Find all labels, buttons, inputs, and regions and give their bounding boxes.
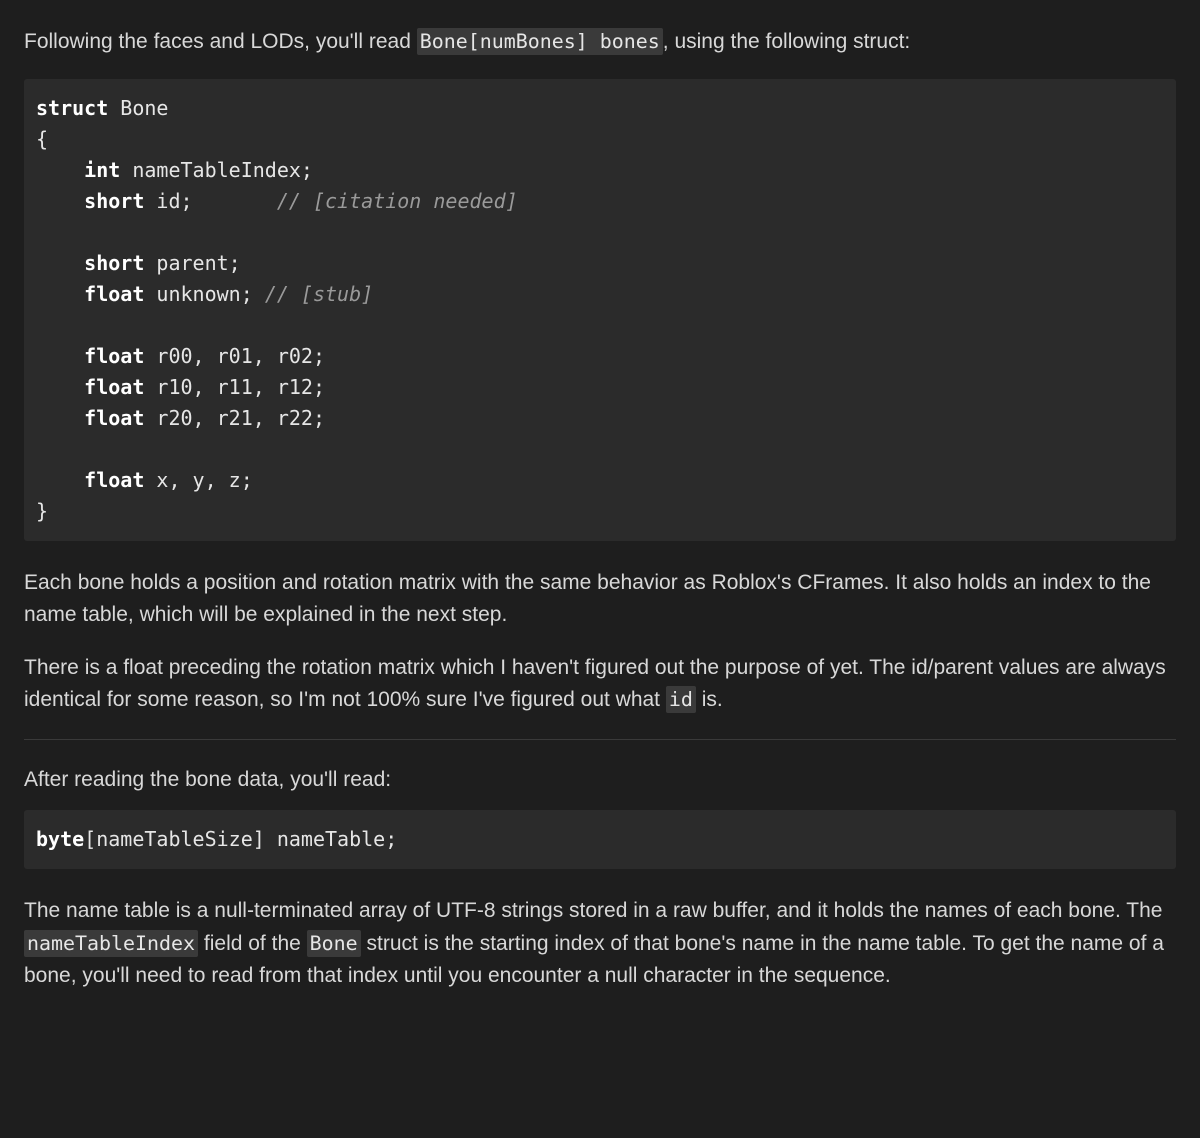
- code-text: Bone: [108, 96, 168, 120]
- para-nametable-explain: The name table is a null-terminated arra…: [24, 895, 1176, 993]
- para-cframe: Each bone holds a position and rotation …: [24, 567, 1176, 632]
- code-indent: [36, 189, 84, 213]
- code-kw: float: [84, 282, 144, 306]
- code-kw: float: [84, 375, 144, 399]
- code-indent: [36, 282, 84, 306]
- code-indent: [36, 468, 84, 492]
- para-unknown-float: There is a float preceding the rotation …: [24, 652, 1176, 717]
- intro-inline-code: Bone[numBones] bones: [417, 28, 663, 55]
- bone-struct-code: struct Bone { int nameTableIndex; short …: [24, 79, 1176, 541]
- code-text: unknown;: [144, 282, 264, 306]
- code-text: r10, r11, r12;: [144, 375, 325, 399]
- para-read-next: After reading the bone data, you'll read…: [24, 764, 1176, 797]
- code-indent: [36, 251, 84, 275]
- section-divider: [24, 739, 1176, 740]
- code-comment: // [citation needed]: [277, 189, 518, 213]
- code-text: r00, r01, r02;: [144, 344, 325, 368]
- code-kw: float: [84, 344, 144, 368]
- code-kw: float: [84, 406, 144, 430]
- code-kw: float: [84, 468, 144, 492]
- intro-text-pre: Following the faces and LODs, you'll rea…: [24, 30, 417, 53]
- code-kw: byte: [36, 827, 84, 851]
- doc-page: Following the faces and LODs, you'll rea…: [0, 0, 1200, 1043]
- code-comment: // [stub]: [265, 282, 373, 306]
- intro-para: Following the faces and LODs, you'll rea…: [24, 26, 1176, 59]
- code-text: parent;: [144, 251, 240, 275]
- nametable-code: byte[nameTableSize] nameTable;: [24, 810, 1176, 869]
- code-text: id;: [144, 189, 276, 213]
- p5-c2: Bone: [307, 930, 361, 957]
- code-kw: short: [84, 189, 144, 213]
- p5-t1: The name table is a null-terminated arra…: [24, 899, 1163, 922]
- code-text: nameTableIndex;: [120, 158, 313, 182]
- code-kw: int: [84, 158, 120, 182]
- code-indent: [36, 406, 84, 430]
- code-text: x, y, z;: [144, 468, 252, 492]
- code-indent: [36, 158, 84, 182]
- code-indent: [36, 344, 84, 368]
- code-text: [nameTableSize] nameTable;: [84, 827, 397, 851]
- code-text: {: [36, 127, 48, 151]
- code-kw: short: [84, 251, 144, 275]
- intro-text-post: , using the following struct:: [663, 30, 910, 53]
- p5-t2: field of the: [198, 932, 307, 955]
- p3-inline-code: id: [666, 686, 696, 713]
- code-text: r20, r21, r22;: [144, 406, 325, 430]
- p5-c1: nameTableIndex: [24, 930, 198, 957]
- p3-post: is.: [696, 688, 723, 711]
- code-indent: [36, 375, 84, 399]
- code-kw: struct: [36, 96, 108, 120]
- p3-pre: There is a float preceding the rotation …: [24, 656, 1166, 712]
- code-text: }: [36, 499, 48, 523]
